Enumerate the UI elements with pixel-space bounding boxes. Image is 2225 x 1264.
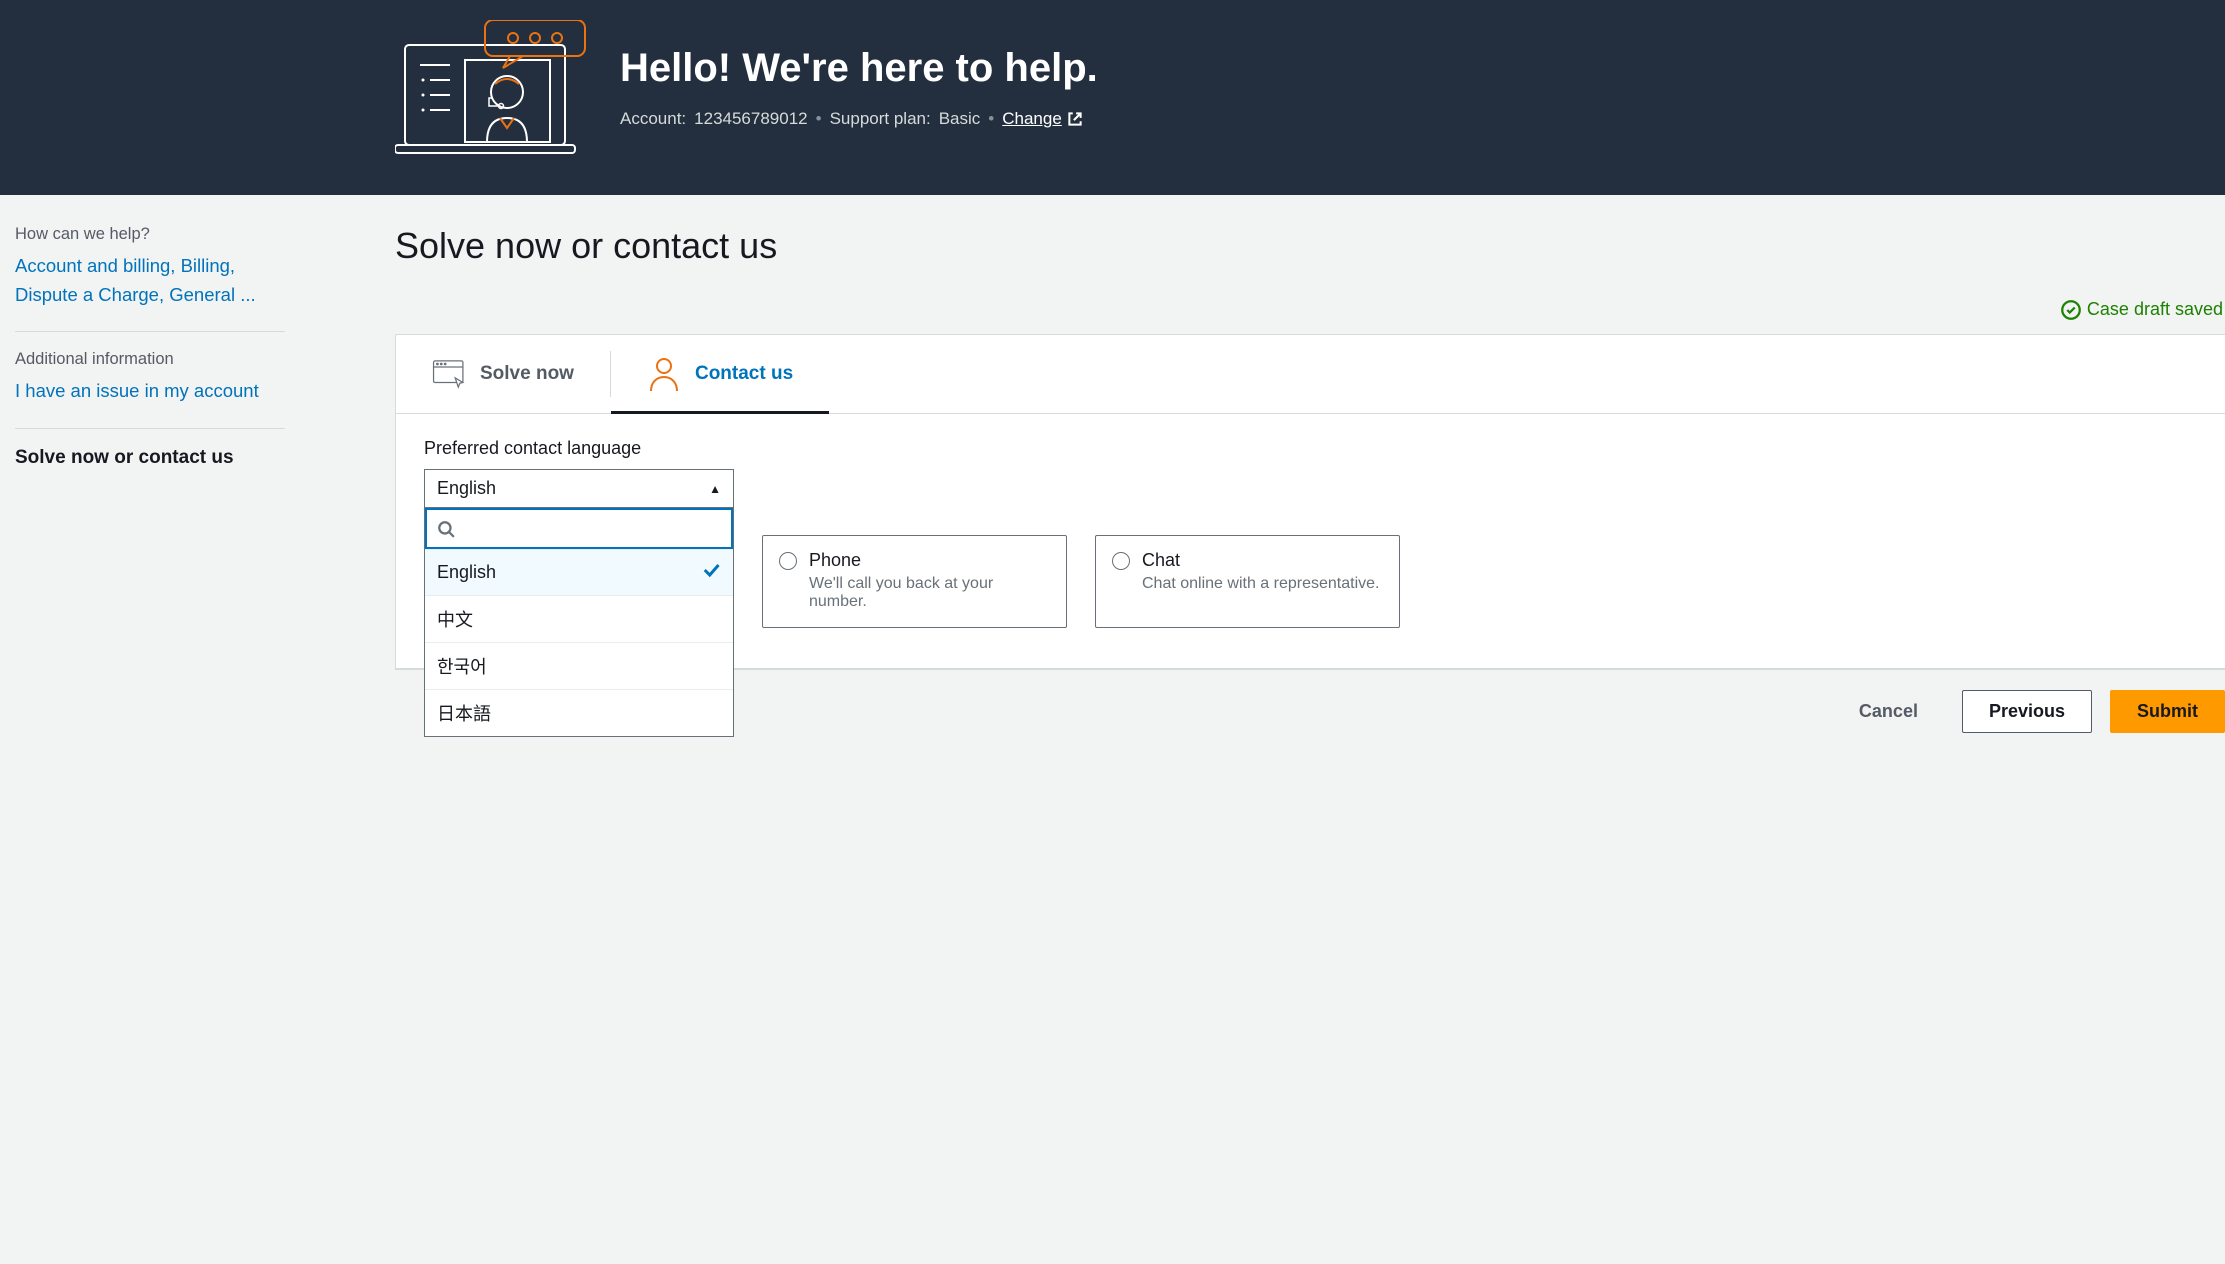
submit-button[interactable]: Submit [2110, 690, 2225, 733]
option-desc: We'll call you back at your number. [809, 575, 1048, 611]
sidebar-divider [15, 331, 285, 332]
draft-saved-text: Case draft saved [2087, 299, 2223, 320]
language-selected-value: English [437, 478, 496, 499]
tab-label: Solve now [480, 363, 574, 385]
option-label: 日本語 [437, 700, 491, 726]
option-label: 한국어 [437, 653, 487, 679]
language-option-japanese[interactable]: 日本語 [425, 689, 733, 736]
contact-option-phone[interactable]: Phone We'll call you back at your number… [762, 535, 1067, 628]
caret-up-icon: ▲ [709, 482, 721, 496]
tab-contact-us[interactable]: Contact us [611, 335, 829, 413]
account-label: Account: [620, 109, 686, 129]
sidebar-additional-link[interactable]: I have an issue in my account [15, 377, 280, 406]
language-select[interactable]: English ▲ [424, 469, 734, 508]
tab-label: Contact us [695, 363, 793, 385]
change-plan-link[interactable]: Change [1002, 109, 1084, 129]
language-field-label: Preferred contact language [424, 438, 2197, 459]
sidebar-help-link[interactable]: Account and billing, Billing, Dispute a … [15, 252, 280, 309]
header-title: Hello! We're here to help. [620, 46, 1098, 91]
page-header: Hello! We're here to help. Account: 1234… [0, 0, 2225, 195]
language-search-input[interactable] [463, 518, 721, 539]
draft-saved-status: Case draft saved [395, 299, 2225, 320]
plan-label: Support plan: [830, 109, 931, 129]
change-label: Change [1002, 109, 1062, 129]
language-dropdown: English 中文 한국어 [424, 508, 734, 737]
option-title: Phone [809, 550, 1048, 571]
main-content: Solve now or contact us Case draft saved [300, 195, 2225, 763]
plan-value: Basic [939, 109, 981, 129]
check-icon [701, 560, 721, 585]
previous-button[interactable]: Previous [1962, 690, 2092, 733]
contact-panel: Solve now Contact us Preferred contact l… [395, 334, 2225, 670]
person-icon [647, 357, 681, 391]
separator-dot: • [816, 109, 822, 129]
tab-bar: Solve now Contact us [396, 335, 2225, 414]
cancel-button[interactable]: Cancel [1833, 691, 1944, 732]
language-option-korean[interactable]: 한국어 [425, 642, 733, 689]
option-label: English [437, 562, 496, 583]
search-icon [437, 520, 455, 538]
external-link-icon [1066, 110, 1084, 128]
page-title: Solve now or contact us [395, 225, 2225, 267]
account-id: 123456789012 [694, 109, 807, 129]
option-desc: Chat online with a representative. [1142, 575, 1379, 593]
check-circle-icon [2061, 300, 2081, 320]
language-option-chinese[interactable]: 中文 [425, 595, 733, 642]
separator-dot: • [988, 109, 994, 129]
tab-solve-now[interactable]: Solve now [396, 335, 610, 413]
support-illustration [395, 20, 590, 155]
option-title: Chat [1142, 550, 1379, 571]
contact-option-chat[interactable]: Chat Chat online with a representative. [1095, 535, 1400, 628]
wizard-sidebar: How can we help? Account and billing, Bi… [0, 195, 300, 763]
radio-icon [1112, 552, 1130, 570]
language-search-wrap [425, 508, 733, 549]
browser-cursor-icon [432, 357, 466, 391]
sidebar-divider [15, 428, 285, 429]
language-option-english[interactable]: English [425, 549, 733, 595]
header-meta: Account: 123456789012 • Support plan: Ba… [620, 109, 1098, 129]
sidebar-additional-label: Additional information [15, 350, 280, 369]
sidebar-help-label: How can we help? [15, 225, 280, 244]
sidebar-current-step: Solve now or contact us [15, 447, 280, 469]
option-label: 中文 [437, 606, 473, 632]
radio-icon [779, 552, 797, 570]
